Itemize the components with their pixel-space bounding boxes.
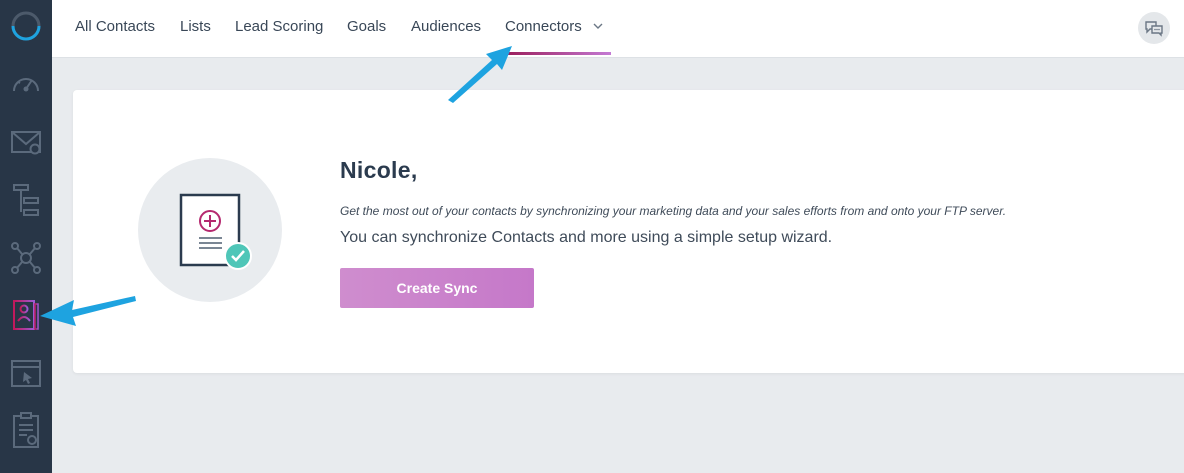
sidebar-item-email[interactable] bbox=[0, 120, 52, 164]
sync-description: You can synchronize Contacts and more us… bbox=[340, 229, 833, 246]
sidebar-item-landing-pages[interactable] bbox=[0, 352, 52, 396]
sidebar-item-integrations[interactable] bbox=[0, 236, 52, 280]
landing-page-icon bbox=[11, 360, 41, 387]
sync-illustration bbox=[138, 158, 282, 302]
tab-goals[interactable]: Goals bbox=[347, 0, 386, 55]
app-logo[interactable] bbox=[0, 4, 52, 48]
chat-bubbles-icon bbox=[1145, 21, 1163, 37]
sync-description-italic: Get the most out of your contacts by syn… bbox=[340, 204, 1007, 218]
annotation-arrow-icon bbox=[40, 296, 136, 326]
document-sync-icon bbox=[179, 193, 252, 270]
tab-connectors-label: Connectors bbox=[505, 18, 582, 35]
network-integrations-icon bbox=[11, 242, 41, 274]
sidebar bbox=[0, 0, 52, 473]
forms-clipboard-icon bbox=[13, 412, 39, 448]
empty-state-card: Nicole, Get the most out of your contact… bbox=[73, 90, 1184, 373]
dashboard-gauge-icon bbox=[13, 78, 39, 92]
tab-lead-scoring[interactable]: Lead Scoring bbox=[235, 0, 323, 55]
annotation-arrow-icon bbox=[448, 46, 512, 103]
chat-button[interactable] bbox=[1138, 12, 1170, 44]
sidebar-item-forms[interactable] bbox=[0, 408, 52, 452]
create-sync-button[interactable]: Create Sync bbox=[340, 268, 534, 308]
email-campaign-icon bbox=[11, 131, 41, 155]
sidebar-item-automation[interactable] bbox=[0, 178, 52, 222]
sidebar-item-dashboard[interactable] bbox=[0, 62, 52, 106]
greeting-heading: Nicole, bbox=[340, 157, 418, 183]
tab-lists[interactable]: Lists bbox=[180, 0, 211, 55]
tab-all-contacts[interactable]: All Contacts bbox=[75, 0, 155, 55]
chevron-down-icon[interactable] bbox=[593, 21, 603, 33]
logo-ring-icon bbox=[11, 11, 41, 41]
top-navigation: All Contacts Lists Lead Scoring Goals Au… bbox=[52, 0, 1184, 58]
automation-flow-icon bbox=[13, 184, 39, 216]
